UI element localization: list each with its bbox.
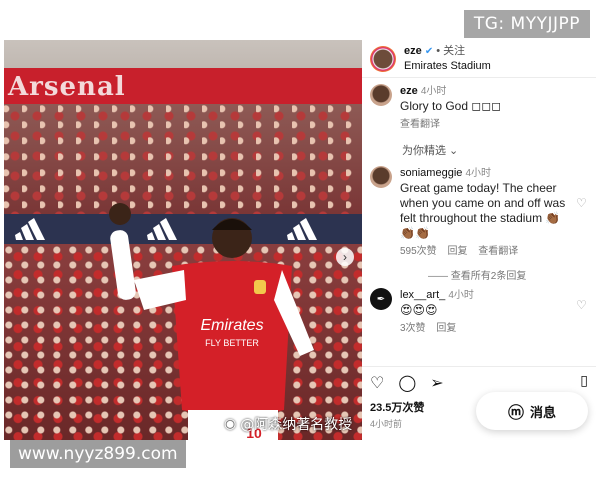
adidas-logo-icon	[15, 218, 45, 240]
post-location[interactable]: Emirates Stadium	[404, 59, 491, 73]
caption-avatar[interactable]	[370, 84, 392, 106]
watermark-bottom: www.nyyz899.com	[10, 440, 186, 468]
bookmark-icon[interactable]: ▯	[580, 372, 588, 389]
comment-likes[interactable]: 595次赞	[400, 246, 437, 257]
comment-text: Great game today! The cheer when you cam…	[400, 181, 566, 240]
weibo-watermark: ◉ @阿森纳著名教授	[224, 414, 352, 434]
comment-item: ✒ lex__art_ 4小时 😍😍😍 3次赞 回复 ♡	[362, 282, 596, 336]
comment-time: 4小时	[448, 290, 474, 301]
caption-time: 4小时	[420, 86, 447, 97]
instagram-post-frame: Arsenal Emirates FLY BETTER 10 › ◉ @阿森纳著…	[4, 40, 596, 440]
carousel-next-button[interactable]: ›	[336, 248, 354, 266]
commenter-avatar[interactable]: ✒	[370, 288, 392, 310]
commenter-avatar[interactable]	[370, 166, 392, 188]
commenter-username[interactable]: soniameggie	[400, 167, 462, 179]
comment-translate-link[interactable]: 查看翻译	[478, 246, 518, 257]
comment-text: 😍😍😍	[400, 303, 438, 317]
verified-badge-icon: ✔	[424, 46, 434, 57]
post-header: eze ✔ • 关注 Emirates Stadium	[362, 40, 596, 78]
weibo-handle: @阿森纳著名教授	[240, 417, 353, 433]
caption-row: eze 4小时 Glory to God ◻◻◻ 查看翻译	[362, 78, 596, 132]
post-photo: Arsenal Emirates FLY BETTER 10 › ◉ @阿森纳著…	[4, 40, 362, 440]
caption-translate-link[interactable]: 查看翻译	[400, 119, 440, 130]
follow-button[interactable]: • 关注	[436, 45, 465, 57]
weibo-icon: ◉	[224, 416, 237, 432]
banner-text: Arsenal	[8, 72, 126, 102]
player-figure: Emirates FLY BETTER 10	[109, 203, 314, 440]
view-replies-link[interactable]: —— 查看所有2条回复	[362, 259, 596, 282]
messages-button[interactable]: ⓜ 消息	[476, 392, 588, 430]
comment-likes[interactable]: 3次赞	[400, 323, 426, 334]
like-heart-icon[interactable]: ♡	[370, 373, 384, 393]
commenter-username[interactable]: lex__art_	[400, 289, 445, 301]
caption-text: Glory to God ◻◻◻	[400, 99, 502, 113]
shirt-sponsor-subtext: FLY BETTER	[205, 338, 259, 348]
shirt-sponsor-text: Emirates	[200, 317, 263, 334]
comments-panel: eze ✔ • 关注 Emirates Stadium eze 4小时 Glor…	[362, 40, 596, 440]
comment-sort-dropdown[interactable]: 为你精选 ⌄	[362, 132, 596, 160]
comment-time: 4小时	[465, 168, 491, 179]
comment-bubble-icon[interactable]: ◯	[398, 373, 416, 393]
share-send-icon[interactable]: ➢	[430, 373, 443, 393]
author-avatar[interactable]	[370, 45, 396, 72]
comment-item: soniameggie 4小时 Great game today! The ch…	[362, 160, 596, 259]
reply-button[interactable]: 回复	[447, 246, 467, 257]
reply-button[interactable]: 回复	[436, 323, 456, 334]
author-username[interactable]: eze	[404, 45, 422, 57]
comment-like-heart-icon[interactable]: ♡	[576, 196, 588, 259]
stadium-banner: Arsenal	[4, 68, 362, 104]
crowd-upper	[4, 104, 362, 214]
watermark-top: TG: MYYJJPP	[463, 10, 590, 38]
comment-like-heart-icon[interactable]: ♡	[576, 298, 588, 336]
messages-label: 消息	[530, 404, 557, 420]
artist-logo-icon: ✒	[376, 293, 386, 305]
caption-username[interactable]: eze	[400, 85, 418, 97]
messenger-icon: ⓜ	[507, 405, 524, 422]
